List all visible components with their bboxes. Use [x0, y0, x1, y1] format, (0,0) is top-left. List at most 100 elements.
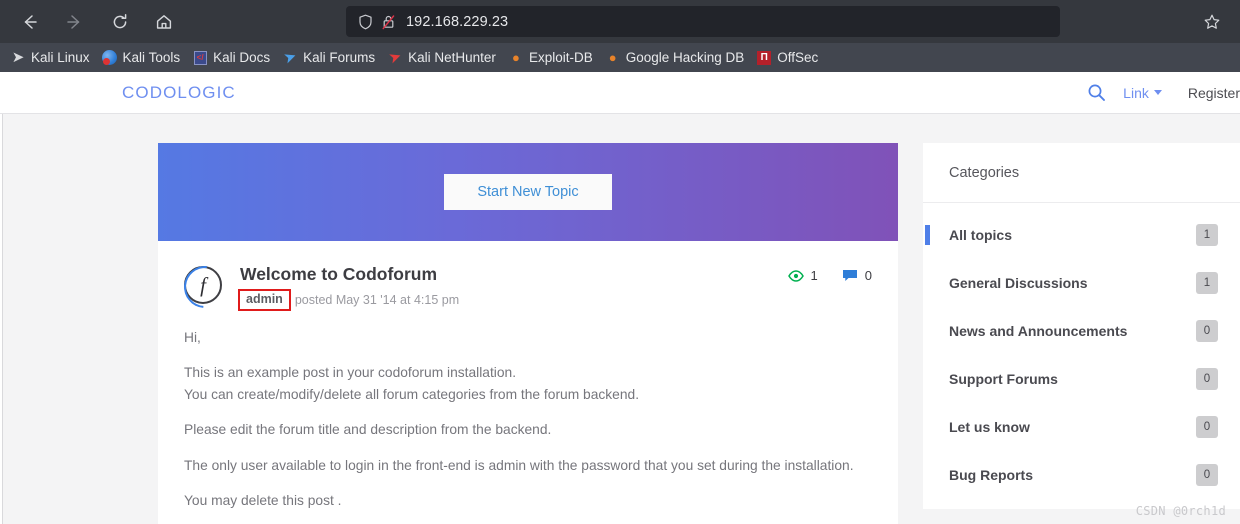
- browser-chrome: 192.168.229.23 ➤ Kali Linux Kali Tools K…: [0, 0, 1240, 72]
- categories-list: All topics 1 General Discussions 1 News …: [923, 203, 1240, 509]
- post-paragraph: Please edit the forum title and descript…: [184, 422, 552, 438]
- category-count-badge: 0: [1196, 464, 1218, 486]
- bookmark-exploit-db[interactable]: ● Exploit-DB: [502, 47, 599, 69]
- view-count-value: 1: [810, 268, 818, 283]
- post-paragraph: The only user available to login in the …: [184, 457, 854, 473]
- back-arrow-icon: [24, 14, 37, 29]
- bookmark-label: Kali NetHunter: [408, 50, 496, 65]
- comment-icon: [842, 269, 858, 282]
- forward-arrow-icon: [67, 14, 80, 29]
- bookmark-kali-nethunter[interactable]: ➤ Kali NetHunter: [381, 47, 502, 69]
- bookmark-label: Kali Docs: [213, 50, 271, 65]
- bookmarks-bar: ➤ Kali Linux Kali Tools Kali Docs ➤ Kali…: [0, 43, 1240, 72]
- bookmark-label: Exploit-DB: [528, 50, 593, 65]
- sidebar-item-bug-reports[interactable]: Bug Reports 0: [923, 451, 1240, 499]
- avatar: f: [184, 266, 222, 304]
- reload-icon: [113, 13, 127, 28]
- post-header-text: Welcome to Codoforum admin posted May 31…: [238, 264, 788, 311]
- site-header: CODOLOGIC Link Register: [0, 72, 1240, 114]
- comment-count-value: 0: [864, 268, 872, 283]
- active-marker: [925, 225, 930, 245]
- bookmark-label: Google Hacking DB: [625, 50, 745, 65]
- category-count-badge: 0: [1196, 320, 1218, 342]
- kali-forums-icon: ➤: [281, 47, 299, 68]
- post-body: Hi, This is an example post in your codo…: [184, 327, 872, 524]
- start-new-topic-button[interactable]: Start New Topic: [444, 173, 612, 211]
- bookmark-kali-docs[interactable]: Kali Docs: [186, 47, 276, 69]
- address-bar[interactable]: 192.168.229.23: [346, 6, 1060, 37]
- post-card: f Welcome to Codoforum admin posted May …: [158, 241, 898, 524]
- kali-docs-icon: [192, 50, 208, 66]
- offsec-icon: Π: [756, 50, 772, 66]
- bookmark-kali-tools[interactable]: Kali Tools: [96, 47, 187, 69]
- bookmark-google-hacking-db[interactable]: ● Google Hacking DB: [599, 47, 751, 69]
- nav-link-label: Link: [1123, 84, 1149, 101]
- sidebar-item-news-and-announcements[interactable]: News and Announcements 0: [923, 307, 1240, 355]
- sidebar: Categories All topics 1 General Discussi…: [923, 143, 1240, 509]
- post-paragraph: This is an example post in your codoforu…: [184, 365, 640, 402]
- post-author-highlighted[interactable]: admin: [238, 289, 291, 311]
- nav-link-dropdown[interactable]: Link: [1123, 85, 1162, 101]
- post-title[interactable]: Welcome to Codoforum: [240, 264, 788, 285]
- post-header: f Welcome to Codoforum admin posted May …: [184, 264, 872, 311]
- bookmark-star-button[interactable]: [1196, 6, 1228, 38]
- post-paragraph: You may delete this post .: [184, 493, 342, 509]
- post-timestamp: posted May 31 '14 at 4:15 pm: [294, 292, 460, 307]
- bug-icon: ●: [608, 50, 617, 65]
- forward-button[interactable]: [58, 6, 90, 38]
- category-label: All topics: [949, 227, 1013, 243]
- kali-dragon-icon: ➤: [11, 49, 25, 66]
- category-count-badge: 1: [1196, 272, 1218, 294]
- sidebar-item-let-us-know[interactable]: Let us know 0: [923, 403, 1240, 451]
- bookmark-label: Kali Forums: [303, 50, 376, 65]
- category-label: Let us know: [949, 419, 1030, 435]
- browser-toolbar: 192.168.229.23: [0, 0, 1240, 43]
- bug-icon: ●: [512, 50, 520, 65]
- bookmark-label: Kali Tools: [122, 50, 181, 65]
- chevron-down-icon: [1153, 90, 1162, 95]
- nav-register-link[interactable]: Register: [1188, 85, 1240, 101]
- eye-icon: [787, 269, 804, 282]
- category-count-badge: 0: [1196, 416, 1218, 438]
- kali-tools-icon: [102, 50, 118, 66]
- post-meta: admin posted May 31 '14 at 4:15 pm: [238, 289, 788, 311]
- home-button[interactable]: [148, 6, 180, 38]
- back-button[interactable]: [14, 6, 46, 38]
- bookmark-label: Kali Linux: [31, 50, 90, 65]
- page-left-rail: [0, 72, 3, 524]
- avatar-letter: f: [200, 272, 206, 297]
- reload-button[interactable]: [104, 6, 136, 38]
- category-label: Support Forums: [949, 371, 1058, 387]
- bookmark-offsec[interactable]: Π OffSec: [750, 47, 824, 69]
- hero-banner: Start New Topic: [158, 143, 898, 241]
- kali-nethunter-icon: ➤: [386, 47, 404, 68]
- bookmark-kali-forums[interactable]: ➤ Kali Forums: [276, 47, 381, 69]
- comment-count: 0: [842, 268, 872, 283]
- insecure-connection-icon[interactable]: [381, 14, 396, 30]
- sidebar-item-general-discussions[interactable]: General Discussions 1: [923, 259, 1240, 307]
- bookmark-label: OffSec: [777, 50, 819, 65]
- category-count-badge: 0: [1196, 368, 1218, 390]
- content-row: Start New Topic f Welcome to Codoforum a…: [0, 114, 1240, 524]
- url-text: 192.168.229.23: [406, 13, 509, 30]
- categories-title: Categories: [923, 143, 1240, 203]
- categories-card: Categories All topics 1 General Discussi…: [923, 143, 1240, 509]
- web-page: CODOLOGIC Link Register Start New Topic: [0, 72, 1240, 524]
- sidebar-item-support-forums[interactable]: Support Forums 0: [923, 355, 1240, 403]
- sidebar-item-all-topics[interactable]: All topics 1: [923, 211, 1240, 259]
- search-icon[interactable]: [1083, 80, 1109, 106]
- home-icon: [156, 14, 172, 29]
- bookmark-kali-linux[interactable]: ➤ Kali Linux: [4, 47, 96, 69]
- main-column: Start New Topic f Welcome to Codoforum a…: [158, 143, 898, 524]
- category-label: News and Announcements: [949, 323, 1128, 339]
- view-count: 1: [787, 268, 818, 283]
- urlbar-container: 192.168.229.23: [180, 6, 1196, 37]
- category-label: Bug Reports: [949, 467, 1033, 483]
- site-logo[interactable]: CODOLOGIC: [122, 83, 236, 103]
- header-actions: Link Register: [1083, 80, 1240, 106]
- category-count-badge: 1: [1196, 224, 1218, 246]
- star-icon: [1204, 14, 1220, 29]
- category-label: General Discussions: [949, 275, 1088, 291]
- shield-icon[interactable]: [358, 14, 373, 30]
- post-paragraph: Hi,: [184, 329, 201, 345]
